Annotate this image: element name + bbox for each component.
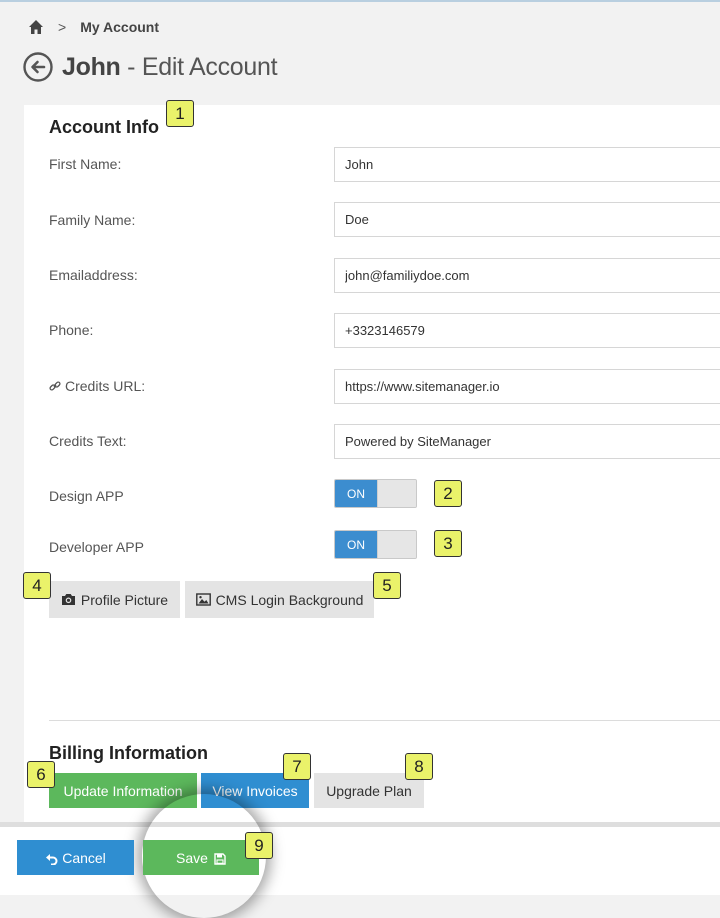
page-title-subtitle: - Edit Account	[120, 52, 278, 81]
developer-app-label: Developer APP	[49, 539, 144, 555]
breadcrumb-separator: >	[58, 19, 67, 35]
update-information-button[interactable]: Update Information	[49, 773, 197, 808]
email-input[interactable]	[334, 258, 720, 293]
design-app-label: Design APP	[49, 488, 124, 504]
undo-icon	[45, 852, 58, 865]
toggle-on-label: ON	[335, 531, 377, 558]
back-arrow-icon[interactable]	[23, 52, 53, 82]
breadcrumb-current[interactable]: My Account	[80, 19, 159, 35]
toggle-knob	[377, 480, 416, 507]
link-icon	[49, 379, 61, 391]
save-button[interactable]: Save	[143, 840, 259, 875]
developer-app-toggle[interactable]: ON	[334, 530, 417, 559]
floppy-disk-icon	[214, 852, 226, 865]
top-border	[0, 0, 720, 2]
cms-login-background-button[interactable]: CMS Login Background	[185, 581, 374, 618]
first-name-input[interactable]	[334, 147, 720, 182]
credits-url-label: Credits URL:	[65, 378, 146, 394]
toggle-on-label: ON	[335, 480, 377, 507]
toggle-knob	[377, 531, 416, 558]
annotation-badge-4: 4	[23, 572, 51, 599]
credits-url-label-row: Credits URL:	[49, 378, 145, 394]
image-icon	[195, 593, 211, 606]
page-title: John - Edit Account	[62, 52, 278, 82]
family-name-input[interactable]	[334, 202, 720, 237]
design-app-toggle[interactable]: ON	[334, 479, 417, 508]
save-label: Save	[176, 849, 208, 866]
credits-text-label: Credits Text:	[49, 433, 127, 449]
first-name-label: First Name:	[49, 156, 122, 172]
annotation-badge-2: 2	[434, 480, 462, 507]
breadcrumb: > My Account	[28, 17, 159, 37]
account-info-heading: Account Info	[49, 117, 159, 137]
billing-heading: Billing Information	[49, 743, 208, 763]
phone-input[interactable]	[334, 313, 720, 348]
profile-picture-label: Profile Picture	[80, 591, 169, 608]
credits-url-input[interactable]	[334, 369, 720, 404]
profile-picture-button[interactable]: Profile Picture	[49, 581, 180, 618]
phone-label: Phone:	[49, 322, 94, 338]
cms-login-background-label: CMS Login Background	[215, 591, 364, 608]
annotation-badge-9: 9	[245, 832, 273, 859]
annotation-badge-5: 5	[373, 572, 401, 599]
annotation-badge-3: 3	[434, 530, 462, 557]
home-icon[interactable]	[28, 19, 44, 35]
camera-icon	[61, 593, 76, 606]
cancel-button[interactable]: Cancel	[17, 840, 134, 875]
page-title-name: John	[62, 52, 121, 81]
family-name-label: Family Name:	[49, 212, 136, 228]
annotation-badge-6: 6	[27, 761, 55, 788]
credits-text-input[interactable]	[334, 424, 720, 459]
cancel-label: Cancel	[62, 849, 106, 866]
annotation-badge-7: 7	[283, 753, 311, 780]
section-divider	[49, 720, 720, 721]
annotation-badge-8: 8	[405, 753, 433, 780]
annotation-badge-1: 1	[166, 100, 194, 127]
page-header: John - Edit Account	[23, 50, 278, 84]
email-label: Emailaddress:	[49, 267, 138, 283]
